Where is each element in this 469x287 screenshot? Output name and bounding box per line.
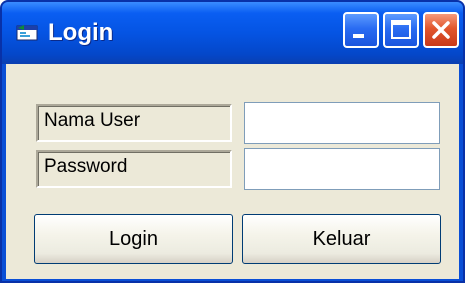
username-label: Nama User <box>44 110 141 131</box>
minimize-icon <box>353 34 364 38</box>
window-title: Login <box>48 19 114 46</box>
login-button[interactable]: Login <box>34 214 233 264</box>
login-window: Login Nama User Password Login Keluar <box>0 0 465 283</box>
form-body: Nama User Password Login Keluar <box>6 64 459 279</box>
username-label-box: Nama User <box>36 104 232 142</box>
password-label: Password <box>44 156 128 177</box>
form-icon <box>16 24 40 42</box>
username-input[interactable] <box>244 102 440 144</box>
maximize-button[interactable] <box>383 12 419 48</box>
close-button[interactable] <box>423 12 459 48</box>
password-input[interactable] <box>244 148 440 190</box>
title-bar[interactable]: Login <box>2 2 463 64</box>
password-label-box: Password <box>36 150 232 188</box>
minimize-button[interactable] <box>343 12 379 48</box>
exit-button[interactable]: Keluar <box>242 214 441 264</box>
close-icon <box>432 21 450 39</box>
maximize-icon <box>391 20 411 39</box>
